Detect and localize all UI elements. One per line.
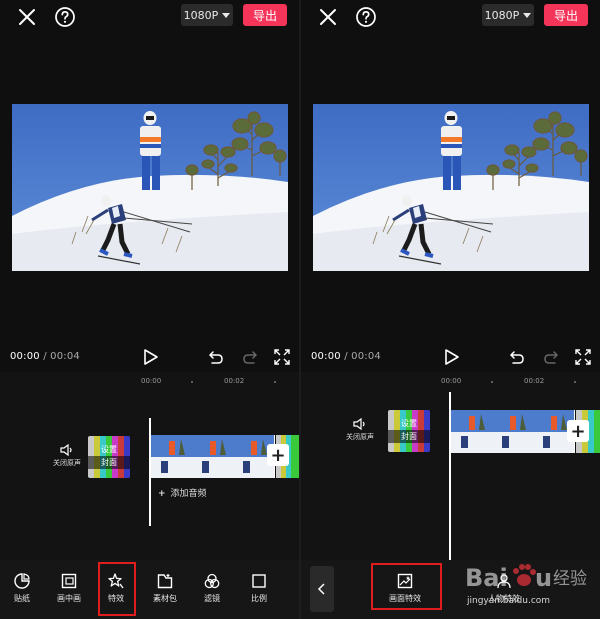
chevron-down-icon xyxy=(222,12,231,18)
preview-image xyxy=(313,104,589,271)
ruler-label: 00:02 xyxy=(524,377,545,385)
audio-toggle-label: 关闭原声 xyxy=(53,459,81,467)
ruler-label: 00:02 xyxy=(224,377,245,385)
highlight-box xyxy=(371,563,442,610)
clip-frame xyxy=(192,435,233,478)
video-clip[interactable] xyxy=(451,410,575,453)
clip-frame xyxy=(451,410,492,453)
add-clip-button[interactable]: + xyxy=(267,444,289,466)
ruler-label: 00:00 xyxy=(441,377,462,385)
tool-label: 贴纸 xyxy=(14,594,30,603)
cover-label-1: 设置 xyxy=(101,445,117,454)
clip-frame xyxy=(151,435,192,478)
ruler-tick xyxy=(274,381,276,383)
play-icon[interactable] xyxy=(444,348,460,366)
tool-sticker[interactable]: 贴纸 xyxy=(5,573,39,604)
speaker-icon xyxy=(353,418,365,430)
preview-image xyxy=(12,104,288,271)
ruler-tick xyxy=(491,381,493,383)
highlight-box xyxy=(98,562,136,616)
back-button[interactable] xyxy=(310,566,334,612)
audio-toggle-label: 关闭原声 xyxy=(346,433,374,441)
undo-icon[interactable] xyxy=(208,349,224,365)
time-display: 00:00 / 00:04 xyxy=(10,351,80,362)
resolution-dropdown[interactable]: 1080P xyxy=(181,4,233,26)
resolution-label: 1080P xyxy=(484,8,520,22)
video-preview[interactable] xyxy=(12,104,288,271)
resolution-dropdown[interactable]: 1080P xyxy=(482,4,534,26)
watermark-url: jingyan.baidu.com xyxy=(467,596,551,606)
tool-ratio[interactable]: 比例 xyxy=(242,573,276,604)
svg-text:Bai: Bai xyxy=(465,564,508,592)
add-audio-button[interactable]: + 添加音频 xyxy=(158,486,207,499)
current-time: 00:00 xyxy=(10,351,40,362)
current-time: 00:00 xyxy=(311,351,341,362)
redo-icon[interactable] xyxy=(242,349,258,365)
add-clip-button[interactable]: + xyxy=(567,420,589,442)
undo-icon[interactable] xyxy=(509,349,525,365)
tool-label: 滤镜 xyxy=(204,594,220,603)
playhead[interactable] xyxy=(149,418,151,526)
mute-original-audio-button[interactable]: 关闭原声 xyxy=(40,444,94,474)
help-icon[interactable] xyxy=(54,6,76,28)
close-icon[interactable] xyxy=(317,6,339,28)
editor-screen-left: 1080P 导出 00:00 / 00:04 00:00 00:02 关闭原声 … xyxy=(0,0,299,619)
editor-screen-right: 1080P 导出 00:00 / 00:04 00:00 00:02 关闭原声 … xyxy=(301,0,600,619)
tool-filter[interactable]: 滤镜 xyxy=(195,573,229,604)
export-button[interactable]: 导出 xyxy=(544,4,588,26)
set-cover-button[interactable]: 设置 封面 xyxy=(388,410,430,452)
close-icon[interactable] xyxy=(16,6,38,28)
tool-label: 比例 xyxy=(251,594,267,603)
filter-icon xyxy=(204,573,220,589)
svg-text:u: u xyxy=(535,564,552,592)
speaker-icon xyxy=(60,444,72,456)
add-audio-label: 添加音频 xyxy=(170,489,207,499)
set-cover-button[interactable]: 设置 封面 xyxy=(88,436,130,478)
cover-label-2: 封面 xyxy=(388,430,430,443)
export-button[interactable]: 导出 xyxy=(243,4,287,26)
material-pack-icon xyxy=(157,574,173,589)
play-icon[interactable] xyxy=(143,348,159,366)
clip-frame xyxy=(492,410,533,453)
ruler-label: 00:00 xyxy=(141,377,162,385)
tool-label: 画中画 xyxy=(57,594,81,603)
mute-original-audio-button[interactable]: 关闭原声 xyxy=(333,418,387,448)
ratio-icon xyxy=(252,574,266,588)
total-time: / 00:04 xyxy=(43,351,80,362)
plus-icon: + xyxy=(158,489,166,499)
cover-label-2: 封面 xyxy=(88,456,130,469)
chevron-left-icon xyxy=(317,583,325,595)
tool-picture-in-picture[interactable]: 画中画 xyxy=(52,573,86,604)
redo-icon[interactable] xyxy=(543,349,559,365)
resolution-label: 1080P xyxy=(183,8,219,22)
fullscreen-icon[interactable] xyxy=(575,349,591,365)
svg-text:经验: 经验 xyxy=(553,569,587,589)
help-icon[interactable] xyxy=(355,6,377,28)
tool-label: 素材包 xyxy=(153,594,177,603)
chevron-down-icon xyxy=(523,12,532,18)
playhead[interactable] xyxy=(449,392,451,560)
cover-label-1: 设置 xyxy=(401,419,417,428)
pip-icon xyxy=(61,573,77,589)
video-preview[interactable] xyxy=(313,104,589,271)
ruler-tick xyxy=(574,381,576,383)
video-clip[interactable] xyxy=(151,435,275,478)
sticker-icon xyxy=(14,573,30,589)
fullscreen-icon[interactable] xyxy=(274,349,290,365)
ruler-tick xyxy=(191,381,193,383)
tool-material-pack[interactable]: 素材包 xyxy=(148,573,182,604)
total-time: / 00:04 xyxy=(344,351,381,362)
time-display: 00:00 / 00:04 xyxy=(311,351,381,362)
